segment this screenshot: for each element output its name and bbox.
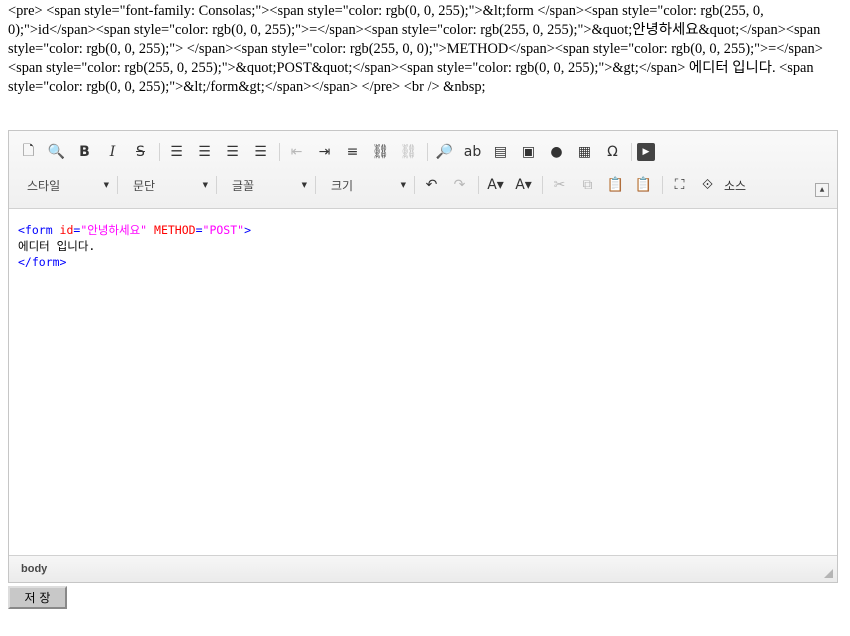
id-attribute: id <box>59 223 74 237</box>
outdent-icon[interactable]: ⇤ <box>285 141 308 163</box>
format-dropdown[interactable]: 문단 ▼ <box>123 174 214 196</box>
text-color-icon[interactable]: A▾ <box>484 174 507 196</box>
toolbar-separator <box>117 176 118 194</box>
styles-dropdown[interactable]: 스타일 ▼ <box>17 174 115 196</box>
align-right-icon[interactable]: ☰ <box>221 141 244 163</box>
equals-sign: = <box>195 223 203 237</box>
blockquote-icon[interactable]: ≡ <box>341 141 364 163</box>
size-dropdown-label: 크기 <box>331 178 354 193</box>
method-value: "POST" <box>202 223 245 237</box>
align-justify-icon[interactable]: ☰ <box>249 141 272 163</box>
font-dropdown-label: 글꼴 <box>232 178 255 193</box>
align-left-icon[interactable]: ☰ <box>165 141 188 163</box>
paste-text-icon[interactable]: 📋 <box>632 174 655 196</box>
bg-color-icon[interactable]: A▾ <box>512 174 535 196</box>
form-open-tag: <form <box>18 223 60 237</box>
font-dropdown[interactable]: 글꼴 ▼ <box>222 174 313 196</box>
editor-content-area[interactable]: <form id="안녕하세요" METHOD="POST"> 에디터 입니다.… <box>9 209 837 557</box>
replace-icon[interactable]: ab <box>461 141 484 163</box>
paste-icon[interactable]: 📋 <box>604 174 627 196</box>
find-icon[interactable]: 🔎 <box>433 141 456 163</box>
method-attribute: METHOD <box>154 223 196 237</box>
collapse-toolbar-button[interactable]: ▲ <box>815 183 829 197</box>
undo-icon[interactable]: ↶ <box>420 174 443 196</box>
new-page-icon[interactable]: 🗋 <box>17 141 40 163</box>
code-line-1: <form id="안녕하세요" METHOD="POST"> <box>18 222 828 238</box>
toolbar-separator <box>159 143 160 161</box>
element-path[interactable]: body <box>21 563 47 575</box>
image-icon[interactable]: ▣ <box>517 141 540 163</box>
chevron-down-icon: ▼ <box>301 181 307 189</box>
cut-icon[interactable]: ✂ <box>548 174 571 196</box>
styles-dropdown-label: 스타일 <box>27 178 61 193</box>
source-icon[interactable]: ⟐ <box>696 174 719 196</box>
toolbar-row-2: 스타일 ▼ 문단 ▼ 글꼴 ▼ 크기 ▼ ↶ ↷ A▾ A▾ ✂ ⧉ 📋 📋 ⛶ ⟐ 소스 <box>17 172 746 198</box>
editor-body-text: 에디터 입니다. <box>18 239 96 253</box>
resize-handle-icon[interactable] <box>824 569 833 578</box>
preview-icon[interactable]: 🔍 <box>45 141 68 163</box>
id-value: "안녕하세요" <box>80 223 148 237</box>
youtube-icon[interactable]: ▶ <box>637 143 655 161</box>
chevron-down-icon: ▼ <box>202 181 208 189</box>
toolbar-separator <box>662 176 663 194</box>
italic-icon[interactable]: I <box>101 141 124 163</box>
save-button[interactable]: 저 장 <box>8 586 67 609</box>
maximize-icon[interactable]: ⛶ <box>668 174 691 196</box>
editor-statusbar: body <box>9 555 837 582</box>
select-all-icon[interactable]: ▤ <box>489 141 512 163</box>
toolbar-separator <box>279 143 280 161</box>
strikethrough-icon[interactable]: S <box>129 141 152 163</box>
toolbar-separator <box>542 176 543 194</box>
toolbar-separator <box>427 143 428 161</box>
form-close-tag: </form> <box>18 255 67 269</box>
space-char <box>147 223 154 237</box>
link-icon[interactable]: ⛓ <box>369 141 392 163</box>
page-source-text: <pre> <span style="font-family: Consolas… <box>8 3 823 95</box>
editor-toolbar: 🗋 🔍 B I S ☰ ☰ ☰ ☰ ⇤ ⇥ ≡ ⛓ ⛓ 🔎 ab ▤ ▣ ● ▦ Ω ▶ 스타일 ▼ 문단 ▼ 글꼴 ▼ … <box>9 131 837 209</box>
copy-icon[interactable]: ⧉ <box>576 174 599 196</box>
source-button-label[interactable]: 소스 <box>724 177 746 194</box>
toolbar-separator <box>315 176 316 194</box>
toolbar-separator <box>216 176 217 194</box>
flash-icon[interactable]: ● <box>545 141 568 163</box>
table-icon[interactable]: ▦ <box>573 141 596 163</box>
size-dropdown[interactable]: 크기 ▼ <box>321 174 412 196</box>
redo-icon[interactable]: ↷ <box>448 174 471 196</box>
toolbar-separator <box>414 176 415 194</box>
special-char-icon[interactable]: Ω <box>601 141 624 163</box>
tag-close: > <box>244 223 251 237</box>
chevron-down-icon: ▼ <box>400 181 406 189</box>
toolbar-row-1: 🗋 🔍 B I S ☰ ☰ ☰ ☰ ⇤ ⇥ ≡ ⛓ ⛓ 🔎 ab ▤ ▣ ● ▦ Ω ▶ <box>17 139 660 165</box>
indent-icon[interactable]: ⇥ <box>313 141 336 163</box>
toolbar-separator <box>631 143 632 161</box>
bold-icon[interactable]: B <box>73 141 96 163</box>
toolbar-separator <box>478 176 479 194</box>
chevron-down-icon: ▼ <box>103 181 109 189</box>
align-center-icon[interactable]: ☰ <box>193 141 216 163</box>
format-dropdown-label: 문단 <box>133 178 156 193</box>
unlink-icon[interactable]: ⛓ <box>397 141 420 163</box>
rich-text-editor: 🗋 🔍 B I S ☰ ☰ ☰ ☰ ⇤ ⇥ ≡ ⛓ ⛓ 🔎 ab ▤ ▣ ● ▦ Ω ▶ 스타일 ▼ 문단 ▼ 글꼴 ▼ … <box>8 130 838 583</box>
